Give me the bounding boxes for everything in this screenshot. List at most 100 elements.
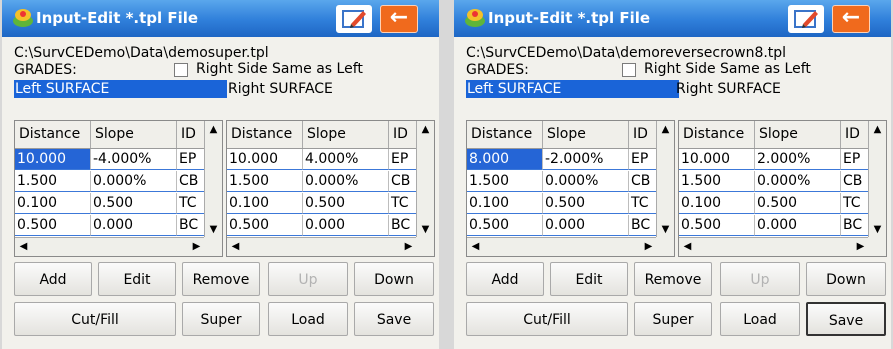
- table-cell[interactable]: TC: [177, 193, 207, 214]
- right-surface-label[interactable]: Right SURFACE: [676, 80, 781, 98]
- table-row[interactable]: 0.500 0.000 BC: [15, 215, 207, 236]
- load-button[interactable]: Load: [268, 302, 348, 336]
- table-cell[interactable]: 0.100: [467, 193, 543, 214]
- scroll-left-icon[interactable]: ◀: [679, 238, 696, 256]
- table-cell[interactable]: EP: [629, 149, 659, 170]
- vertical-scrollbar[interactable]: ▲ ▼: [868, 121, 886, 238]
- table-cell[interactable]: 0.000%: [543, 171, 629, 192]
- column-header[interactable]: Slope: [303, 121, 389, 148]
- left-grade-table[interactable]: Distance Slope ID 8.000 -2.000% EP 1.500 0.000%…: [466, 120, 675, 257]
- table-cell[interactable]: TC: [629, 193, 659, 214]
- table-cell[interactable]: 0.000: [91, 215, 177, 236]
- scroll-up-icon[interactable]: ▲: [417, 121, 434, 138]
- table-row[interactable]: 10.000 2.000% EP: [679, 149, 871, 170]
- column-header[interactable]: Distance: [227, 121, 303, 148]
- table-cell[interactable]: 0.500: [227, 215, 303, 236]
- column-header[interactable]: ID: [389, 121, 419, 148]
- table-cell[interactable]: 0.000: [755, 215, 841, 236]
- scroll-up-icon[interactable]: ▲: [657, 121, 674, 138]
- load-button[interactable]: Load: [720, 302, 800, 336]
- cutfill-button[interactable]: Cut/Fill: [466, 302, 628, 336]
- table-cell[interactable]: 8.000: [467, 149, 543, 170]
- table-cell[interactable]: BC: [629, 215, 659, 236]
- scroll-down-icon[interactable]: ▼: [869, 221, 886, 238]
- table-cell[interactable]: BC: [841, 215, 871, 236]
- table-row[interactable]: 0.500 0.000 BC: [679, 215, 871, 236]
- table-cell[interactable]: -2.000%: [543, 149, 629, 170]
- super-button[interactable]: Super: [634, 302, 712, 336]
- table-cell[interactable]: BC: [389, 215, 419, 236]
- scroll-left-icon[interactable]: ◀: [15, 238, 32, 256]
- vertical-scrollbar[interactable]: ▲ ▼: [656, 121, 674, 238]
- table-row[interactable]: 0.500 0.000 BC: [227, 215, 419, 236]
- table-row[interactable]: 0.100 0.500 TC: [467, 193, 659, 214]
- table-cell[interactable]: BC: [177, 215, 207, 236]
- table-cell[interactable]: CB: [841, 171, 871, 192]
- table-row[interactable]: 1.500 0.000% CB: [15, 171, 207, 192]
- table-cell[interactable]: 0.000%: [303, 171, 389, 192]
- back-arrow-icon[interactable]: ←: [832, 5, 870, 33]
- column-header[interactable]: ID: [841, 121, 871, 148]
- table-cell[interactable]: 1.500: [467, 171, 543, 192]
- scroll-left-icon[interactable]: ◀: [467, 238, 484, 256]
- table-cell[interactable]: 0.500: [755, 193, 841, 214]
- scroll-down-icon[interactable]: ▼: [417, 221, 434, 238]
- table-cell[interactable]: -4.000%: [91, 149, 177, 170]
- table-cell[interactable]: 10.000: [15, 149, 91, 170]
- column-header[interactable]: ID: [629, 121, 659, 148]
- table-cell[interactable]: TC: [841, 193, 871, 214]
- table-cell[interactable]: 1.500: [227, 171, 303, 192]
- scroll-down-icon[interactable]: ▼: [657, 221, 674, 238]
- right-same-checkbox[interactable]: [174, 63, 188, 77]
- table-cell[interactable]: 0.000: [303, 215, 389, 236]
- right-grade-table[interactable]: Distance Slope ID 10.000 2.000% EP 1.500 0.000%…: [678, 120, 887, 257]
- table-cell[interactable]: 4.000%: [303, 149, 389, 170]
- table-cell[interactable]: TC: [389, 193, 419, 214]
- scroll-right-icon[interactable]: ▶: [188, 238, 205, 256]
- scroll-right-icon[interactable]: ▶: [852, 238, 869, 256]
- super-button[interactable]: Super: [182, 302, 260, 336]
- table-cell[interactable]: EP: [177, 149, 207, 170]
- table-row[interactable]: 1.500 0.000% CB: [227, 171, 419, 192]
- horizontal-scrollbar[interactable]: ◀ ▶: [15, 237, 205, 256]
- table-cell[interactable]: 0.000%: [91, 171, 177, 192]
- table-row[interactable]: 10.000 -4.000% EP: [15, 149, 207, 170]
- right-grade-table[interactable]: Distance Slope ID 10.000 4.000% EP 1.500 0.000%…: [226, 120, 435, 257]
- column-header[interactable]: Distance: [679, 121, 755, 148]
- remove-button[interactable]: Remove: [634, 262, 712, 296]
- column-header[interactable]: Slope: [755, 121, 841, 148]
- table-cell[interactable]: 2.000%: [755, 149, 841, 170]
- table-row[interactable]: 8.000 -2.000% EP: [467, 149, 659, 170]
- table-cell[interactable]: 0.100: [15, 193, 91, 214]
- up-button[interactable]: Up: [268, 262, 348, 296]
- left-surface-label[interactable]: Left SURFACE: [466, 80, 679, 98]
- scroll-right-icon[interactable]: ▶: [400, 238, 417, 256]
- table-row[interactable]: 1.500 0.000% CB: [467, 171, 659, 192]
- edit-button[interactable]: Edit: [98, 262, 176, 296]
- edit-pen-icon[interactable]: [788, 5, 824, 33]
- table-cell[interactable]: 0.500: [543, 193, 629, 214]
- table-row[interactable]: 0.100 0.500 TC: [679, 193, 871, 214]
- table-cell[interactable]: CB: [389, 171, 419, 192]
- scroll-up-icon[interactable]: ▲: [869, 121, 886, 138]
- table-cell[interactable]: EP: [389, 149, 419, 170]
- down-button[interactable]: Down: [806, 262, 886, 296]
- table-cell[interactable]: 10.000: [679, 149, 755, 170]
- up-button[interactable]: Up: [720, 262, 800, 296]
- vertical-scrollbar[interactable]: ▲ ▼: [416, 121, 434, 238]
- table-row[interactable]: 1.500 0.000% CB: [679, 171, 871, 192]
- edit-pen-icon[interactable]: [336, 5, 372, 33]
- add-button[interactable]: Add: [466, 262, 544, 296]
- table-cell[interactable]: CB: [629, 171, 659, 192]
- column-header[interactable]: Distance: [467, 121, 543, 148]
- remove-button[interactable]: Remove: [182, 262, 260, 296]
- table-cell[interactable]: 0.100: [679, 193, 755, 214]
- table-cell[interactable]: 1.500: [15, 171, 91, 192]
- horizontal-scrollbar[interactable]: ◀ ▶: [467, 237, 657, 256]
- table-cell[interactable]: 0.500: [91, 193, 177, 214]
- right-same-checkbox[interactable]: [622, 63, 636, 77]
- table-row[interactable]: 10.000 4.000% EP: [227, 149, 419, 170]
- table-cell[interactable]: 0.500: [303, 193, 389, 214]
- table-row[interactable]: 0.500 0.000 BC: [467, 215, 659, 236]
- scroll-right-icon[interactable]: ▶: [640, 238, 657, 256]
